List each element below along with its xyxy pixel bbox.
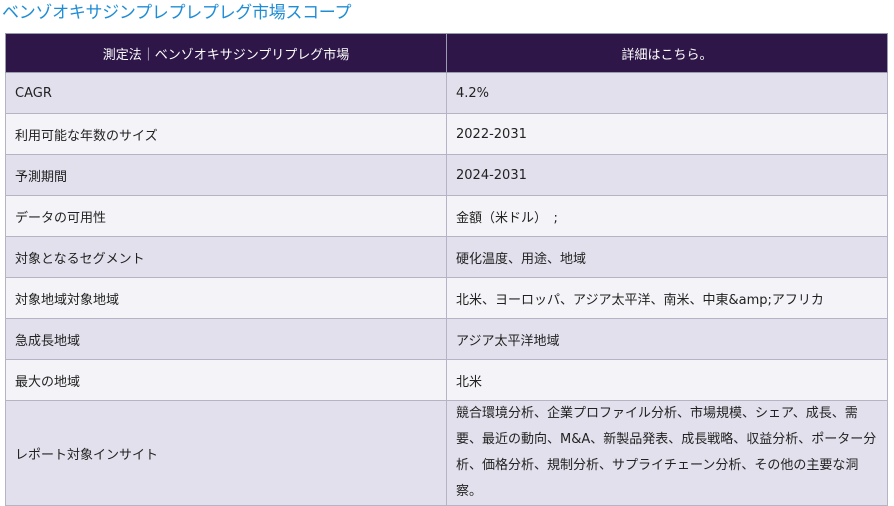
table-row: 急成長地域 アジア太平洋地域 bbox=[5, 318, 888, 360]
table-row: 利用可能な年数のサイズ 2022-2031 bbox=[5, 113, 888, 155]
row-label: データの可用性 bbox=[5, 195, 447, 237]
table-header-row: 測定法｜ベンゾオキサジンプリプレグ市場 詳細はこちら。 bbox=[5, 33, 888, 73]
row-value: 2024-2031 bbox=[446, 154, 888, 196]
row-label: 最大の地域 bbox=[5, 359, 447, 401]
header-details: 詳細はこちら。 bbox=[446, 33, 888, 73]
table-row: レポート対象インサイト 競合環境分析、企業プロファイル分析、市場規模、シェア、成… bbox=[5, 400, 888, 506]
table-row: 予測期間 2024-2031 bbox=[5, 154, 888, 196]
row-label: 対象となるセグメント bbox=[5, 236, 447, 278]
table-row: 対象地域対象地域 北米、ヨーロッパ、アジア太平洋、南米、中東&amp;アフリカ bbox=[5, 277, 888, 319]
table-row: 対象となるセグメント 硬化温度、用途、地域 bbox=[5, 236, 888, 278]
table-row: CAGR 4.2% bbox=[5, 72, 888, 114]
row-value: 金額（米ドル） ; bbox=[446, 195, 888, 237]
table-row: 最大の地域 北米 bbox=[5, 359, 888, 401]
row-value: 硬化温度、用途、地域 bbox=[446, 236, 888, 278]
table-row: データの可用性 金額（米ドル） ; bbox=[5, 195, 888, 237]
row-label: 急成長地域 bbox=[5, 318, 447, 360]
row-value: 北米、ヨーロッパ、アジア太平洋、南米、中東&amp;アフリカ bbox=[446, 277, 888, 319]
row-label: 利用可能な年数のサイズ bbox=[5, 113, 447, 155]
row-label: 対象地域対象地域 bbox=[5, 277, 447, 319]
row-label: 予測期間 bbox=[5, 154, 447, 196]
row-value: 4.2% bbox=[446, 72, 888, 114]
page-title: ベンゾオキサジンプレプレプレグ市場スコープ bbox=[2, 3, 352, 23]
market-scope-table: 測定法｜ベンゾオキサジンプリプレグ市場 詳細はこちら。 CAGR 4.2% 利用… bbox=[5, 33, 888, 506]
row-value: 2022-2031 bbox=[446, 113, 888, 155]
row-value: 北米 bbox=[446, 359, 888, 401]
row-label: CAGR bbox=[5, 72, 447, 114]
row-value: 競合環境分析、企業プロファイル分析、市場規模、シェア、成長、需要、最近の動向、M… bbox=[446, 400, 888, 506]
row-label: レポート対象インサイト bbox=[5, 400, 447, 506]
header-metric: 測定法｜ベンゾオキサジンプリプレグ市場 bbox=[5, 33, 447, 73]
row-value: アジア太平洋地域 bbox=[446, 318, 888, 360]
